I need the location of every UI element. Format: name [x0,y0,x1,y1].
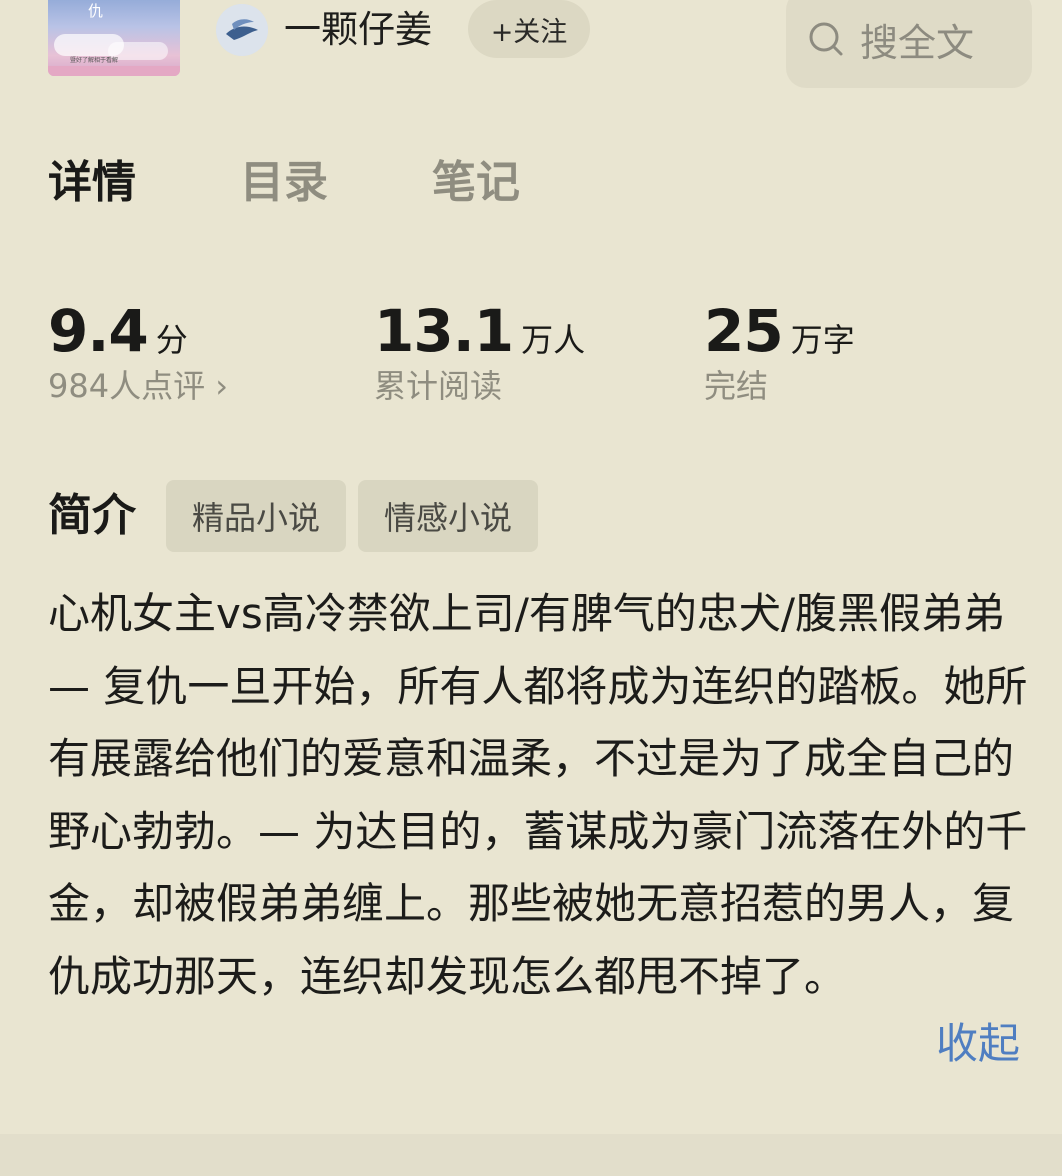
rating-stat[interactable]: 9.4 分 984人点评 › [48,296,228,408]
search-fulltext-button[interactable]: 搜全文 [786,0,1032,88]
bird-avatar-icon [216,4,268,56]
detail-tabs: 详情 目录 笔记 [48,154,624,212]
rating-value: 9.4 [48,297,149,365]
tab-details[interactable]: 详情 [48,154,136,212]
collapse-link[interactable]: 收起 [936,1008,1020,1080]
cover-bar [48,66,180,76]
rating-count-link[interactable]: 984人点评 › [48,364,228,408]
cover-caption: 暨好了解相于看解 [70,57,119,64]
section-divider [0,1134,1062,1176]
tab-contents[interactable]: 目录 [240,154,328,212]
intro-text: 心机女主vs高冷禁欲上司/有脾气的忠犬/腹黑假弟弟 — 复仇一旦开始，所有人都将… [48,589,1028,1001]
search-icon [809,22,843,56]
status-label: 完结 [704,367,769,405]
reads-label: 累计阅读 [374,367,503,405]
words-unit: 万字 [790,321,855,359]
author-avatar[interactable] [216,4,268,56]
follow-button[interactable]: +关注 [468,0,590,58]
tab-notes[interactable]: 笔记 [432,154,520,212]
reads-stat: 13.1 万人 累计阅读 [374,296,585,408]
cover-title: 仇 [88,2,104,20]
tag-premium-novel[interactable]: 精品小说 [166,480,347,552]
tag-romance-novel[interactable]: 情感小说 [358,480,539,552]
author-name[interactable]: 一颗仔姜 [284,6,432,54]
intro-header: 简介 精品小说 情感小说 [48,480,550,552]
reads-value: 13.1 [374,297,514,365]
words-value: 25 [704,297,784,365]
rating-unit: 分 [155,321,188,359]
book-cover[interactable]: 仇 暨好了解相于看解 [48,0,180,76]
intro-title: 简介 [48,490,136,541]
reads-unit: 万人 [521,321,586,359]
words-stat: 25 万字 完结 [704,296,855,408]
search-label: 搜全文 [860,20,975,65]
